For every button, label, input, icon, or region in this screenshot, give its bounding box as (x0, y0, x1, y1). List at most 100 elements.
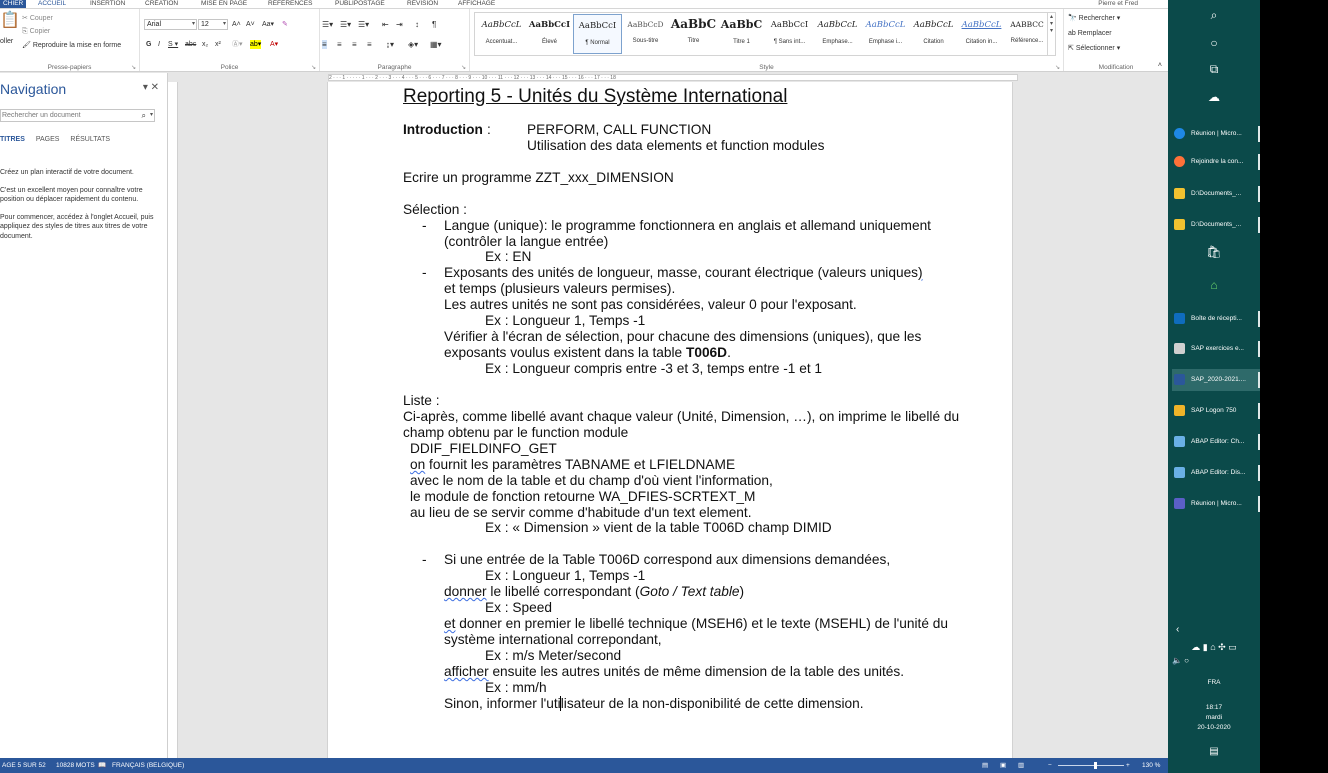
proofing-icon[interactable]: 📖 (98, 758, 106, 773)
notifications-icon[interactable]: ▤ (1168, 746, 1260, 757)
taskbar-app[interactable]: ABAP Editor: Dis... (1172, 462, 1260, 484)
multilevel-list-icon[interactable]: ☰▾ (358, 20, 369, 29)
read-mode-icon[interactable]: ▤ (982, 758, 988, 773)
paste-button[interactable]: oller (0, 37, 13, 46)
vertical-ruler[interactable] (168, 82, 178, 758)
style-item[interactable]: AaBbCcI ¶ Sans int... (765, 14, 814, 54)
volume-icon[interactable]: 🔈 ○ (1168, 656, 1260, 665)
style-item[interactable]: AaBbC Titre (669, 14, 718, 54)
find-button[interactable]: 🔭 Rechercher ▾ (1068, 14, 1120, 23)
gallery-scroll-icon[interactable]: ▴ ▾ ▾ (1047, 13, 1055, 55)
decrease-indent-icon[interactable]: ⇤ (382, 20, 389, 29)
underline-button[interactable]: S ▾ (168, 40, 178, 49)
replace-button[interactable]: ab Remplacer (1068, 29, 1112, 38)
taskbar-app[interactable]: ABAP Editor: Ch... (1172, 431, 1260, 453)
font-size-combo[interactable]: 12 ▾ (198, 19, 228, 30)
bold-button[interactable]: G (146, 40, 151, 49)
dialog-launcher-icon[interactable]: ↘ (311, 64, 316, 71)
copy-button[interactable]: ⎘ Copier (22, 27, 50, 36)
style-item[interactable]: AaBbCcL Emphase... (813, 14, 862, 54)
horizontal-ruler[interactable]: 2 · · · 1 · · · · · 1 · · · 2 · · · 3 · … (168, 73, 1168, 82)
search-icon[interactable]: ⌕ (142, 110, 146, 121)
zoom-in-icon[interactable]: + (1126, 758, 1130, 773)
tab-review[interactable]: RÉVISION (407, 0, 438, 8)
sort-icon[interactable]: ↕ (415, 20, 419, 29)
shading-icon[interactable]: ◈▾ (408, 40, 418, 49)
text-effects-icon[interactable]: Ⓐ▾ (232, 40, 243, 49)
bullets-icon[interactable]: ☰▾ (322, 20, 333, 29)
style-item[interactable]: AaBbCcL Citation (909, 14, 958, 54)
chevron-left-icon[interactable]: ‹ (1168, 624, 1260, 635)
taskbar-app[interactable]: SAP exercices e... (1172, 338, 1260, 360)
cloud-app-icon[interactable]: ☁ (1168, 90, 1260, 104)
cortana-icon[interactable]: ○ (1168, 36, 1260, 50)
zoom-slider[interactable] (1058, 765, 1124, 766)
select-button[interactable]: ⇱ Sélectionner ▾ (1068, 44, 1120, 53)
taskbar-app[interactable]: D:\Documents_... (1172, 183, 1260, 205)
tab-layout[interactable]: MISE EN PAGE (201, 0, 247, 8)
tray-icons[interactable]: ☁ ▮ ⌂ ✣ ▭ (1168, 642, 1260, 653)
dialog-launcher-icon[interactable]: ↘ (1055, 64, 1060, 71)
tab-mailings[interactable]: PUBLIPOSTAGE (335, 0, 385, 8)
tab-references[interactable]: RÉFÉRENCES (268, 0, 312, 8)
zoom-out-icon[interactable]: − (1048, 758, 1052, 773)
numbering-icon[interactable]: ☰▾ (340, 20, 351, 29)
clock-time[interactable]: 18:17 (1168, 704, 1260, 711)
style-item[interactable]: AABBCC Référence... (1005, 14, 1049, 54)
taskbar-app[interactable]: D:\Documents_... (1172, 214, 1260, 236)
borders-icon[interactable]: ▦▾ (430, 40, 442, 49)
task-view-icon[interactable]: ⧉ (1168, 62, 1260, 77)
home-app-icon[interactable]: ⌂ (1168, 278, 1260, 292)
cut-button[interactable]: ✂ Couper (22, 14, 53, 23)
collapse-ribbon-icon[interactable]: ˄ (1158, 61, 1162, 70)
zoom-level[interactable]: 130 % (1142, 758, 1160, 773)
tab-headings[interactable]: TITRES (0, 136, 25, 143)
chevron-down-icon[interactable]: ▾ (150, 110, 153, 121)
change-case-icon[interactable]: Aa▾ (262, 20, 274, 29)
taskbar-app[interactable]: Rejoindre la con... (1172, 151, 1260, 173)
user-name[interactable]: Pierre et Fred (1098, 0, 1138, 8)
store-icon[interactable]: 🛍 (1168, 245, 1260, 259)
align-center-icon[interactable]: ≡ (337, 40, 342, 49)
print-layout-icon[interactable]: ▣ (1000, 758, 1006, 773)
tab-design[interactable]: CRÉATION (145, 0, 178, 8)
subscript-button[interactable]: x₂ (202, 40, 208, 49)
format-painter-button[interactable]: 🖌 Reproduire la mise en forme (22, 41, 121, 50)
align-left-icon[interactable]: ≡ (322, 40, 327, 49)
web-layout-icon[interactable]: ▥ (1018, 758, 1024, 773)
tab-view[interactable]: AFFICHAGE (458, 0, 495, 8)
document-page[interactable]: Reporting 5 - Unités du Système Internat… (327, 82, 1013, 758)
font-color-icon[interactable]: A▾ (270, 40, 278, 49)
highlight-icon[interactable]: ab▾ (250, 40, 262, 49)
style-item[interactable]: AaBbCcL Accentuat... (477, 14, 526, 54)
font-name-combo[interactable]: Arial ▾ (144, 19, 197, 30)
search-input[interactable]: Rechercher un document ⌕ ▾ (0, 109, 155, 122)
search-icon[interactable]: ⌕ (1168, 8, 1260, 23)
clock-date[interactable]: 20-10-2020 (1168, 724, 1260, 731)
taskbar-app[interactable]: Réunion | Micro... (1172, 123, 1260, 145)
style-item[interactable]: AaBbCcI Élevé (525, 14, 574, 54)
tab-file[interactable]: CHIER (0, 0, 27, 8)
zoom-slider-handle[interactable] (1094, 762, 1097, 769)
style-item[interactable]: AaBbC Titre 1 (717, 14, 766, 54)
align-right-icon[interactable]: ≡ (352, 40, 357, 49)
clock-day[interactable]: mardi (1168, 714, 1260, 721)
tab-home[interactable]: ACCUEIL (38, 0, 66, 8)
paste-icon[interactable]: 📋 (0, 13, 20, 29)
pilcrow-icon[interactable]: ¶ (432, 20, 436, 29)
line-spacing-icon[interactable]: ↨▾ (386, 40, 394, 49)
style-item-normal[interactable]: AaBbCcI ¶ Normal (573, 14, 622, 54)
taskbar-app-active[interactable]: SAP_2020-2021.... (1172, 369, 1260, 391)
dialog-launcher-icon[interactable]: ↘ (131, 64, 136, 71)
taskbar-app[interactable]: Boîte de récepti... (1172, 308, 1260, 330)
shrink-font-icon[interactable]: A˅ (246, 20, 255, 29)
navigation-close-icon[interactable]: ▾ ✕ (143, 82, 159, 93)
input-language[interactable]: FRA (1168, 679, 1260, 686)
clear-format-icon[interactable]: ✎ (282, 20, 288, 29)
justify-icon[interactable]: ≡ (367, 40, 372, 49)
taskbar-app[interactable]: SAP Logon 750 (1172, 400, 1260, 422)
word-count[interactable]: 10828 MOTS (56, 758, 95, 773)
dialog-launcher-icon[interactable]: ↘ (461, 64, 466, 71)
style-item[interactable]: AaBbCcL Emphase i... (861, 14, 910, 54)
italic-button[interactable]: I (158, 40, 160, 49)
